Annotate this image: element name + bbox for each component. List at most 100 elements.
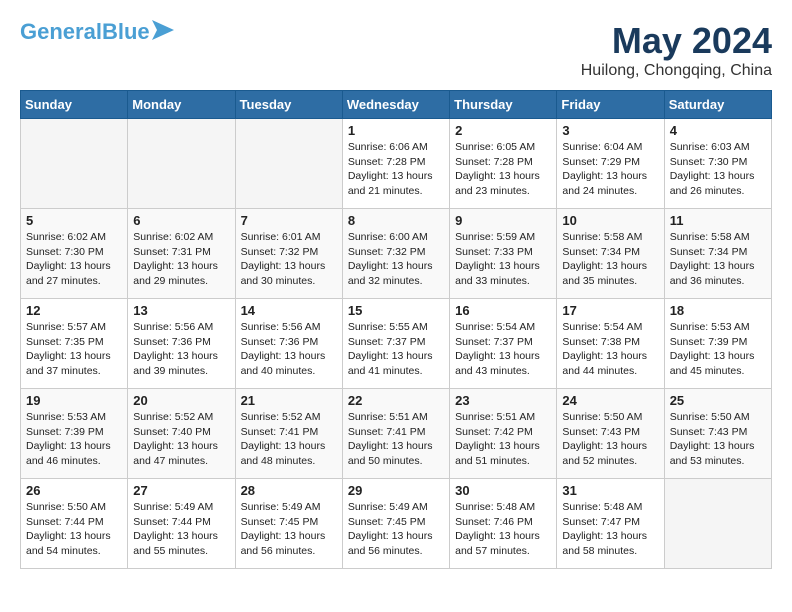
day-number: 11 (670, 213, 766, 228)
calendar-cell: 25 Sunrise: 5:50 AM Sunset: 7:43 PM Dayli… (664, 389, 771, 479)
day-info: Sunrise: 5:51 AM Sunset: 7:41 PM Dayligh… (348, 410, 444, 469)
calendar-cell: 29 Sunrise: 5:49 AM Sunset: 7:45 PM Dayli… (342, 479, 449, 569)
calendar-cell: 14Sunrise: 5:56 AM Sunset: 7:36 PM Dayli… (235, 299, 342, 389)
location: Huilong, Chongqing, China (581, 62, 772, 80)
day-info: Sunrise: 6:05 AM Sunset: 7:28 PM Dayligh… (455, 140, 551, 199)
day-info: Sunrise: 5:54 AM Sunset: 7:38 PM Dayligh… (562, 320, 658, 379)
day-info: Sunrise: 5:58 AM Sunset: 7:34 PM Dayligh… (562, 230, 658, 289)
day-info: Sunrise: 5:49 AM Sunset: 7:45 PM Dayligh… (241, 500, 337, 559)
calendar-cell: 11 Sunrise: 5:58 AM Sunset: 7:34 PM Dayli… (664, 209, 771, 299)
day-header-monday: Monday (128, 91, 235, 119)
calendar-cell: 8Sunrise: 6:00 AM Sunset: 7:32 PM Daylig… (342, 209, 449, 299)
calendar-table: SundayMondayTuesdayWednesdayThursdayFrid… (20, 90, 772, 569)
calendar-cell: 1Sunrise: 6:06 AM Sunset: 7:28 PM Daylig… (342, 119, 449, 209)
calendar-cell: 3 Sunrise: 6:04 AM Sunset: 7:29 PM Daylig… (557, 119, 664, 209)
day-info: Sunrise: 5:52 AM Sunset: 7:40 PM Dayligh… (133, 410, 229, 469)
calendar-cell (21, 119, 128, 209)
day-number: 16 (455, 303, 551, 318)
day-number: 31 (562, 483, 658, 498)
title-block: May 2024 Huilong, Chongqing, China (581, 20, 772, 80)
page-header: GeneralBlue May 2024 Huilong, Chongqing,… (20, 20, 772, 80)
calendar-cell: 27Sunrise: 5:49 AM Sunset: 7:44 PM Dayli… (128, 479, 235, 569)
day-info: Sunrise: 5:59 AM Sunset: 7:33 PM Dayligh… (455, 230, 551, 289)
calendar-cell: 30 Sunrise: 5:48 AM Sunset: 7:46 PM Dayli… (450, 479, 557, 569)
day-number: 4 (670, 123, 766, 138)
day-info: Sunrise: 5:53 AM Sunset: 7:39 PM Dayligh… (670, 320, 766, 379)
day-number: 5 (26, 213, 122, 228)
logo: GeneralBlue (20, 20, 174, 44)
day-header-wednesday: Wednesday (342, 91, 449, 119)
day-info: Sunrise: 6:03 AM Sunset: 7:30 PM Dayligh… (670, 140, 766, 199)
day-info: Sunrise: 6:01 AM Sunset: 7:32 PM Dayligh… (241, 230, 337, 289)
day-header-saturday: Saturday (664, 91, 771, 119)
day-number: 24 (562, 393, 658, 408)
calendar-cell: 10Sunrise: 5:58 AM Sunset: 7:34 PM Dayli… (557, 209, 664, 299)
calendar-cell: 12Sunrise: 5:57 AM Sunset: 7:35 PM Dayli… (21, 299, 128, 389)
calendar-cell: 24Sunrise: 5:50 AM Sunset: 7:43 PM Dayli… (557, 389, 664, 479)
week-row-2: 5 Sunrise: 6:02 AM Sunset: 7:30 PM Daylig… (21, 209, 772, 299)
day-number: 19 (26, 393, 122, 408)
day-info: Sunrise: 5:50 AM Sunset: 7:44 PM Dayligh… (26, 500, 122, 559)
month-title: May 2024 (581, 20, 772, 62)
calendar-cell: 18 Sunrise: 5:53 AM Sunset: 7:39 PM Dayli… (664, 299, 771, 389)
day-info: Sunrise: 5:58 AM Sunset: 7:34 PM Dayligh… (670, 230, 766, 289)
day-number: 22 (348, 393, 444, 408)
day-number: 21 (241, 393, 337, 408)
calendar-cell: 23Sunrise: 5:51 AM Sunset: 7:42 PM Dayli… (450, 389, 557, 479)
day-info: Sunrise: 6:02 AM Sunset: 7:30 PM Dayligh… (26, 230, 122, 289)
calendar-cell: 2 Sunrise: 6:05 AM Sunset: 7:28 PM Daylig… (450, 119, 557, 209)
calendar-cell (235, 119, 342, 209)
day-number: 29 (348, 483, 444, 498)
calendar-cell: 7Sunrise: 6:01 AM Sunset: 7:32 PM Daylig… (235, 209, 342, 299)
day-header-tuesday: Tuesday (235, 91, 342, 119)
day-info: Sunrise: 5:50 AM Sunset: 7:43 PM Dayligh… (670, 410, 766, 469)
calendar-cell: 5 Sunrise: 6:02 AM Sunset: 7:30 PM Daylig… (21, 209, 128, 299)
day-header-friday: Friday (557, 91, 664, 119)
day-number: 17 (562, 303, 658, 318)
calendar-cell: 15Sunrise: 5:55 AM Sunset: 7:37 PM Dayli… (342, 299, 449, 389)
day-info: Sunrise: 6:02 AM Sunset: 7:31 PM Dayligh… (133, 230, 229, 289)
day-info: Sunrise: 5:49 AM Sunset: 7:44 PM Dayligh… (133, 500, 229, 559)
calendar-cell: 20 Sunrise: 5:52 AM Sunset: 7:40 PM Dayli… (128, 389, 235, 479)
week-row-3: 12Sunrise: 5:57 AM Sunset: 7:35 PM Dayli… (21, 299, 772, 389)
calendar-cell: 22 Sunrise: 5:51 AM Sunset: 7:41 PM Dayli… (342, 389, 449, 479)
calendar-cell: 6 Sunrise: 6:02 AM Sunset: 7:31 PM Daylig… (128, 209, 235, 299)
calendar-cell: 17 Sunrise: 5:54 AM Sunset: 7:38 PM Dayli… (557, 299, 664, 389)
logo-icon (152, 20, 174, 40)
logo-text: GeneralBlue (20, 20, 150, 44)
day-number: 14 (241, 303, 337, 318)
calendar-cell: 13Sunrise: 5:56 AM Sunset: 7:36 PM Dayli… (128, 299, 235, 389)
day-number: 8 (348, 213, 444, 228)
calendar-cell: 16 Sunrise: 5:54 AM Sunset: 7:37 PM Dayli… (450, 299, 557, 389)
day-number: 20 (133, 393, 229, 408)
day-number: 25 (670, 393, 766, 408)
day-info: Sunrise: 5:48 AM Sunset: 7:46 PM Dayligh… (455, 500, 551, 559)
day-info: Sunrise: 6:06 AM Sunset: 7:28 PM Dayligh… (348, 140, 444, 199)
calendar-cell: 21 Sunrise: 5:52 AM Sunset: 7:41 PM Dayli… (235, 389, 342, 479)
day-info: Sunrise: 5:48 AM Sunset: 7:47 PM Dayligh… (562, 500, 658, 559)
calendar-cell: 4 Sunrise: 6:03 AM Sunset: 7:30 PM Daylig… (664, 119, 771, 209)
day-number: 6 (133, 213, 229, 228)
day-number: 30 (455, 483, 551, 498)
calendar-cell: 28Sunrise: 5:49 AM Sunset: 7:45 PM Dayli… (235, 479, 342, 569)
day-number: 13 (133, 303, 229, 318)
day-number: 9 (455, 213, 551, 228)
calendar-cell (128, 119, 235, 209)
day-info: Sunrise: 5:49 AM Sunset: 7:45 PM Dayligh… (348, 500, 444, 559)
day-number: 26 (26, 483, 122, 498)
day-info: Sunrise: 5:51 AM Sunset: 7:42 PM Dayligh… (455, 410, 551, 469)
calendar-cell: 26 Sunrise: 5:50 AM Sunset: 7:44 PM Dayli… (21, 479, 128, 569)
day-header-sunday: Sunday (21, 91, 128, 119)
day-info: Sunrise: 5:52 AM Sunset: 7:41 PM Dayligh… (241, 410, 337, 469)
calendar-cell: 9 Sunrise: 5:59 AM Sunset: 7:33 PM Daylig… (450, 209, 557, 299)
calendar-header: SundayMondayTuesdayWednesdayThursdayFrid… (21, 91, 772, 119)
week-row-4: 19Sunrise: 5:53 AM Sunset: 7:39 PM Dayli… (21, 389, 772, 479)
calendar-cell: 31 Sunrise: 5:48 AM Sunset: 7:47 PM Dayli… (557, 479, 664, 569)
day-info: Sunrise: 6:04 AM Sunset: 7:29 PM Dayligh… (562, 140, 658, 199)
day-number: 18 (670, 303, 766, 318)
day-info: Sunrise: 5:54 AM Sunset: 7:37 PM Dayligh… (455, 320, 551, 379)
day-info: Sunrise: 5:55 AM Sunset: 7:37 PM Dayligh… (348, 320, 444, 379)
day-number: 2 (455, 123, 551, 138)
day-info: Sunrise: 5:57 AM Sunset: 7:35 PM Dayligh… (26, 320, 122, 379)
day-number: 3 (562, 123, 658, 138)
